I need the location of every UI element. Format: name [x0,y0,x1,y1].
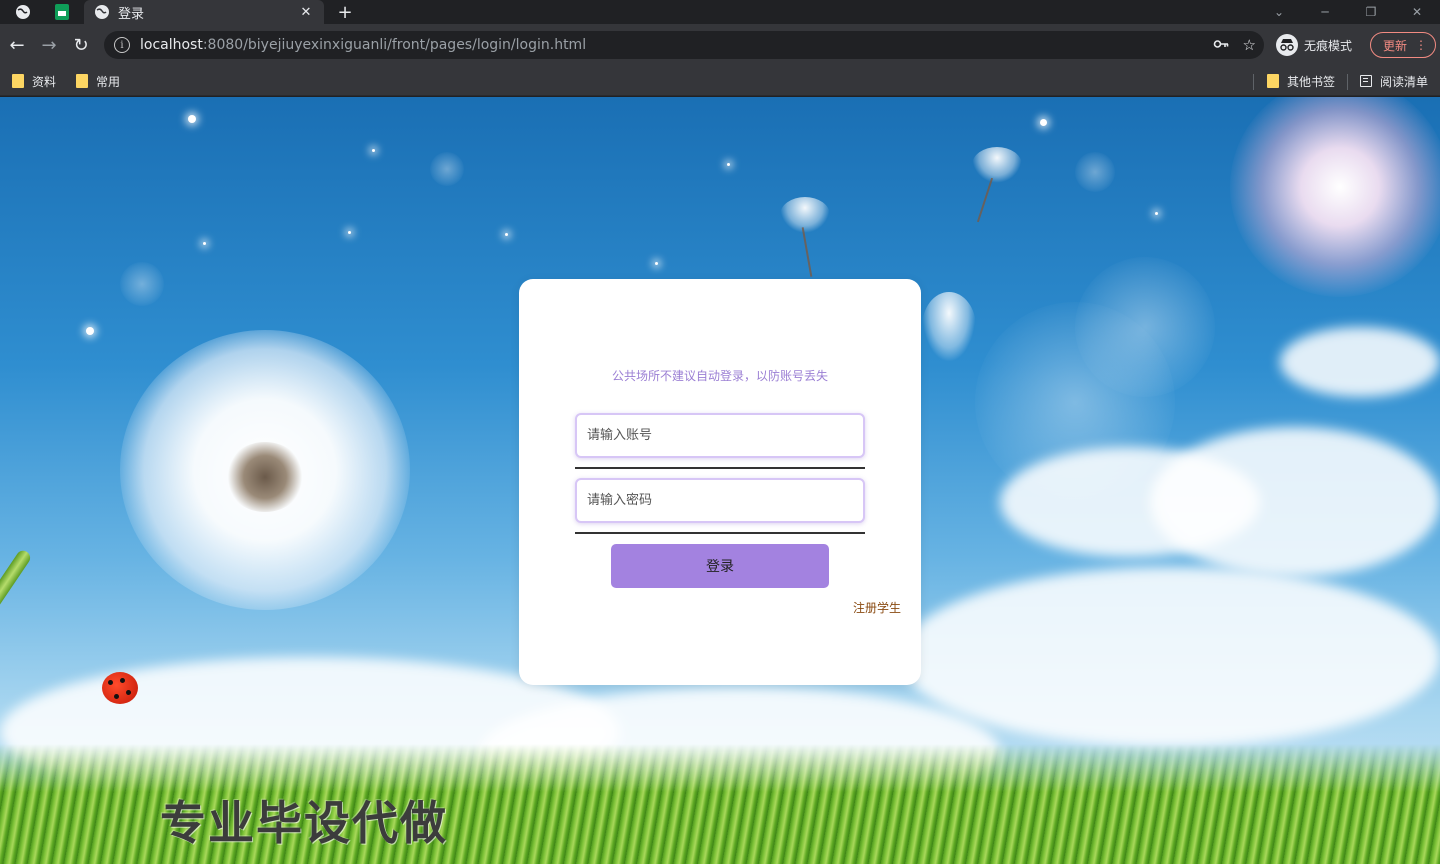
sparkle [655,262,658,265]
sparkle [203,242,206,245]
folder-icon [76,74,88,88]
login-button[interactable]: 登录 [611,544,829,588]
address-bar[interactable]: i localhost:8080/biyejiuyexinxiguanli/fr… [104,31,1264,59]
sparkle [86,327,94,335]
minimize-icon[interactable]: ─ [1302,0,1348,24]
incognito-label: 无痕模式 [1304,38,1353,53]
login-card: 公共场所不建议自动登录，以防账号丢失 登录 注册学生 [519,279,921,685]
more-menu-icon: ⋮ [1415,38,1427,52]
cloud [1280,327,1440,397]
tab-title: 登录 [118,6,145,22]
sparkle [1040,119,1047,126]
sparkle [505,233,508,236]
password-input[interactable] [575,478,865,523]
browser-toolbar: ← → ↻ i localhost:8080/biyejiuyexinxigua… [0,24,1440,66]
update-label: 更新 [1383,38,1408,53]
cloud [900,567,1440,747]
dandelion-seed [972,147,1022,183]
bookmark-label: 资料 [32,74,57,89]
pinned-tab[interactable] [10,2,36,22]
lens-flare [120,262,164,306]
folder-icon [12,74,24,88]
bookmarks-bar: 资料 常用 其他书签 阅读清单 [0,66,1440,96]
tab-close-icon[interactable]: ✕ [298,4,314,20]
bookmarks-divider [1253,74,1254,90]
sun-glow [1230,97,1440,297]
lens-flare [430,152,464,186]
incognito-indicator[interactable]: 无痕模式 [1276,33,1352,57]
dandelion-seed [922,292,976,362]
window-controls: ⌄ ─ ❐ ✕ [1256,0,1440,24]
reading-list-label: 阅读清单 [1380,74,1429,89]
tab-login[interactable]: 登录 ✕ [84,0,324,24]
forward-arrow-icon[interactable]: → [37,33,61,57]
star-icon[interactable]: ☆ [1243,36,1256,56]
dandelion-seed-stem [801,227,813,277]
restore-icon[interactable]: ❐ [1348,0,1394,24]
key-icon[interactable] [1213,36,1229,56]
url-text[interactable]: localhost:8080/biyejiuyexinxiguanli/fron… [140,37,586,53]
spreadsheet-icon [55,4,69,20]
globe-icon [16,5,30,19]
bookmarks-divider [1347,74,1348,90]
password-underline [575,532,865,534]
dandelion-core [225,442,305,512]
bookmark-label: 常用 [96,74,121,89]
dandelion-seed-stem [976,177,994,223]
bookmark-folder-changyong[interactable]: 常用 [76,72,120,90]
bookmark-folder-ziliao[interactable]: 资料 [12,72,56,90]
other-bookmarks-folder[interactable]: 其他书签 [1267,72,1335,90]
globe-icon [95,5,109,19]
incognito-icon [1276,34,1298,56]
page-viewport: 公共场所不建议自动登录，以防账号丢失 登录 注册学生 专业毕设代做 [0,97,1440,864]
tab-search-icon[interactable]: ⌄ [1256,0,1302,24]
sparkle [348,231,351,234]
back-arrow-icon[interactable]: ← [5,33,29,57]
reading-list-button[interactable]: 阅读清单 [1360,72,1428,90]
lens-flare [1075,257,1215,397]
watermark-text: 专业毕设代做 [160,796,448,850]
tab-strip: 登录 ✕ + ⌄ ─ ❐ ✕ [0,0,1440,24]
update-button[interactable]: 更新 ⋮ [1370,32,1436,58]
site-info-icon[interactable]: i [114,37,130,53]
pinned-tab-sheets[interactable] [52,2,72,22]
account-input[interactable] [575,413,865,458]
sparkle [372,149,375,152]
url-path: :8080/biyejiuyexinxiguanli/front/pages/l… [202,37,587,53]
new-tab-button[interactable]: + [334,1,356,23]
login-notice: 公共场所不建议自动登录，以防账号丢失 [611,369,828,383]
omnibox-actions: ☆ [1213,36,1256,56]
dandelion-seed [780,197,830,233]
lens-flare [1075,152,1115,192]
sparkle [188,115,196,123]
sparkle [727,163,730,166]
register-student-link[interactable]: 注册学生 [853,599,901,616]
cloud [1150,427,1440,577]
url-host: localhost [140,37,203,53]
other-bookmarks-label: 其他书签 [1287,74,1336,89]
sparkle [1155,212,1158,215]
folder-icon [1267,74,1279,88]
ladybug [102,672,138,704]
reload-icon[interactable]: ↻ [69,33,93,57]
account-underline [575,467,865,469]
reading-list-icon [1360,75,1372,87]
close-window-icon[interactable]: ✕ [1394,0,1440,24]
